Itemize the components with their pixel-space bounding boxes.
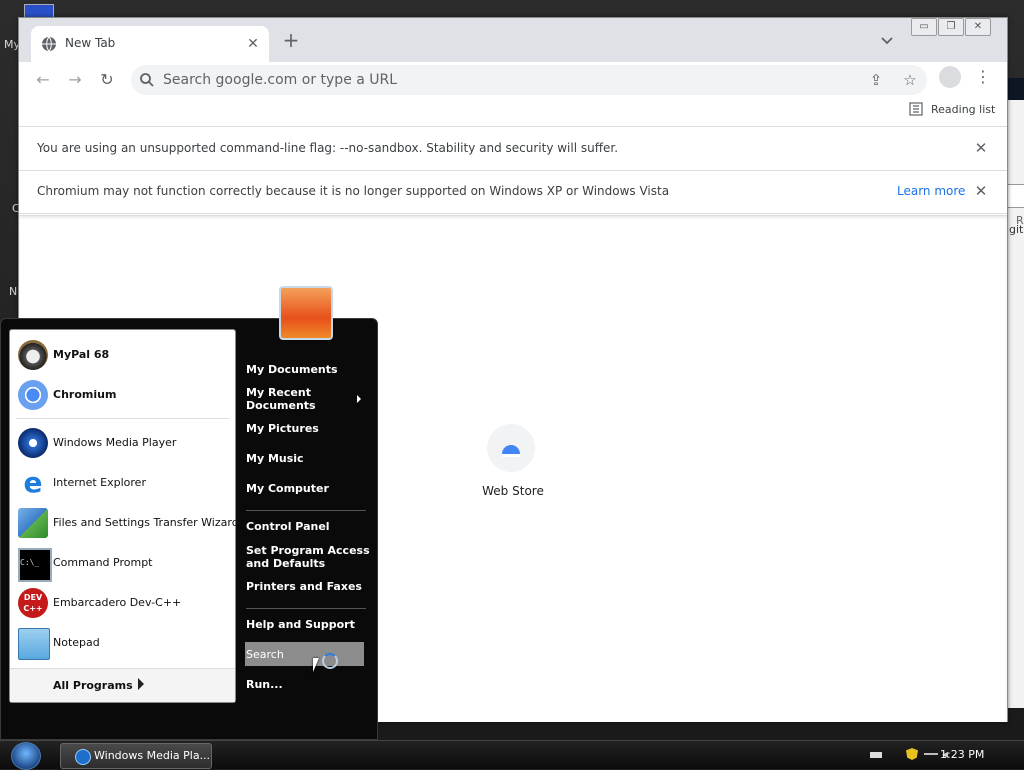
command-prompt-icon: C:\_ <box>18 548 52 582</box>
start-right-help[interactable]: Help and Support <box>246 618 355 631</box>
user-picture[interactable] <box>279 286 333 340</box>
taskbar-button-label: Windows Media Pla... <box>94 749 211 762</box>
close-window-button[interactable]: ✕ <box>965 18 991 36</box>
all-programs-label: All Programs <box>53 679 133 692</box>
search-icon <box>140 73 154 87</box>
taskbar: Windows Media Pla... ◂ 1:23 PM <box>0 740 1024 770</box>
background-window-text: gita <box>1009 223 1024 236</box>
start-right-run[interactable]: Run... <box>246 678 283 691</box>
start-item-windows-media-player[interactable]: Windows Media Player <box>10 424 235 462</box>
star-icon[interactable]: ☆ <box>899 69 921 91</box>
background-window-dropdown[interactable] <box>1007 184 1024 208</box>
chevron-down-icon[interactable] <box>879 32 895 48</box>
start-right-set-program-access[interactable]: Set Program Access and Defaults <box>246 544 370 570</box>
start-right-my-computer[interactable]: My Computer <box>246 482 329 495</box>
busy-spinner-icon <box>322 653 338 669</box>
start-item-internet-explorer[interactable]: e Internet Explorer <box>10 464 235 502</box>
infobar-text: You are using an unsupported command-lin… <box>37 141 619 155</box>
reading-list-label: Reading list <box>931 102 996 116</box>
start-right-label: My Recent <box>246 386 311 399</box>
close-icon[interactable]: ✕ <box>973 182 989 200</box>
start-menu-divider <box>246 510 366 511</box>
notepad-icon <box>18 628 50 660</box>
start-item-chromium[interactable]: Chromium <box>10 376 235 414</box>
shortcut-web-store[interactable]: Web Store <box>471 424 551 504</box>
all-programs-button[interactable]: All Programs <box>10 669 235 702</box>
reading-list-icon <box>909 102 923 116</box>
start-right-label: Set Program Access <box>246 544 370 557</box>
security-shield-icon[interactable] <box>906 748 918 760</box>
start-right-my-documents[interactable]: My Documents <box>246 363 338 376</box>
tab-strip: New Tab ✕ + ▭ ❐ ✕ <box>19 18 1007 62</box>
start-item-label: Command Prompt <box>53 556 153 569</box>
chromium-icon <box>18 380 48 410</box>
start-item-notepad[interactable]: Notepad <box>10 624 235 662</box>
bookmarks-bar: Reading list <box>19 96 1007 127</box>
reading-list-button[interactable]: Reading list <box>909 102 995 116</box>
start-item-devcpp[interactable]: DEV C++ Embarcadero Dev-C++ <box>10 584 235 622</box>
shortcut-label: Web Store <box>482 484 544 498</box>
close-icon[interactable]: ✕ <box>973 139 989 157</box>
infobar-sandbox-warning: You are using an unsupported command-lin… <box>19 128 1007 171</box>
desktop-icon-label[interactable]: N <box>9 285 17 298</box>
taskbar-button-media-player[interactable]: Windows Media Pla... <box>60 743 212 769</box>
tab-new-tab[interactable]: New Tab ✕ <box>31 26 269 62</box>
infobar-text: Chromium may not function correctly beca… <box>37 184 670 198</box>
start-button[interactable] <box>11 742 41 770</box>
toolbar: ← → ↻ Search google.com or type a URL ⇪ … <box>19 62 1007 96</box>
learn-more-link[interactable]: Learn more <box>897 184 965 198</box>
start-right-search[interactable]: Search <box>246 648 284 661</box>
start-item-transfer-wizard[interactable]: Files and Settings Transfer Wizard <box>10 504 239 542</box>
start-right-label: Documents <box>246 399 316 412</box>
start-item-command-prompt[interactable]: C:\_ Command Prompt <box>10 544 235 582</box>
start-item-label: Internet Explorer <box>53 476 146 489</box>
web-store-icon <box>487 424 535 472</box>
start-item-label: Notepad <box>53 636 100 649</box>
start-menu-divider <box>246 608 366 609</box>
back-icon[interactable]: ← <box>31 68 55 92</box>
infobar-unsupported-os: Chromium may not function correctly beca… <box>19 171 1007 214</box>
start-right-control-panel[interactable]: Control Panel <box>246 520 330 533</box>
start-menu-divider <box>16 418 229 419</box>
tab-title: New Tab <box>65 36 116 50</box>
menu-icon[interactable]: ⋮ <box>973 67 993 87</box>
globe-icon <box>42 36 56 52</box>
keyboard-icon[interactable] <box>870 752 882 758</box>
profile-avatar-icon[interactable] <box>939 66 961 88</box>
mouse-cursor-icon <box>313 658 319 672</box>
start-right-my-pictures[interactable]: My Pictures <box>246 422 319 435</box>
start-right-printers[interactable]: Printers and Faxes <box>246 580 362 593</box>
start-item-label: Windows Media Player <box>53 436 177 449</box>
chevron-right-icon <box>357 395 361 403</box>
close-icon[interactable]: ✕ <box>243 34 263 54</box>
start-item-label: Embarcadero Dev-C++ <box>53 596 182 609</box>
reload-icon[interactable]: ↻ <box>95 68 119 92</box>
start-item-label: Chromium <box>53 388 117 401</box>
share-icon[interactable]: ⇪ <box>865 69 887 91</box>
mypal-icon <box>18 340 48 370</box>
start-right-label: and Defaults <box>246 557 326 570</box>
media-player-icon <box>75 749 91 765</box>
forward-icon[interactable]: → <box>63 68 87 92</box>
new-tab-button[interactable]: + <box>281 30 301 50</box>
start-item-label: MyPal 68 <box>53 348 110 361</box>
maximize-button[interactable]: ❐ <box>938 18 964 36</box>
window-controls: ▭ ❐ ✕ <box>911 18 991 36</box>
network-icon[interactable] <box>924 753 938 757</box>
start-right-my-music[interactable]: My Music <box>246 452 304 465</box>
media-player-icon <box>18 428 48 458</box>
start-item-label: Files and Settings Transfer Wizard <box>53 516 239 529</box>
start-right-my-recent-documents[interactable]: My Recent Documents <box>246 386 316 412</box>
devcpp-icon: DEV C++ <box>18 588 48 618</box>
omnibox-placeholder[interactable]: Search google.com or type a URL <box>163 72 397 88</box>
internet-explorer-icon: e <box>23 466 43 499</box>
arrow-right-icon <box>138 678 144 690</box>
clock[interactable]: 1:23 PM <box>940 748 984 761</box>
start-item-mypal[interactable]: MyPal 68 <box>10 336 235 374</box>
start-menu: MyPal 68 Chromium Windows Media Player e… <box>0 286 378 740</box>
start-menu-programs: MyPal 68 Chromium Windows Media Player e… <box>9 329 239 703</box>
transfer-wizard-icon <box>18 508 48 538</box>
minimize-button[interactable]: ▭ <box>911 18 937 36</box>
omnibox[interactable]: Search google.com or type a URL ⇪ ☆ <box>131 65 927 95</box>
